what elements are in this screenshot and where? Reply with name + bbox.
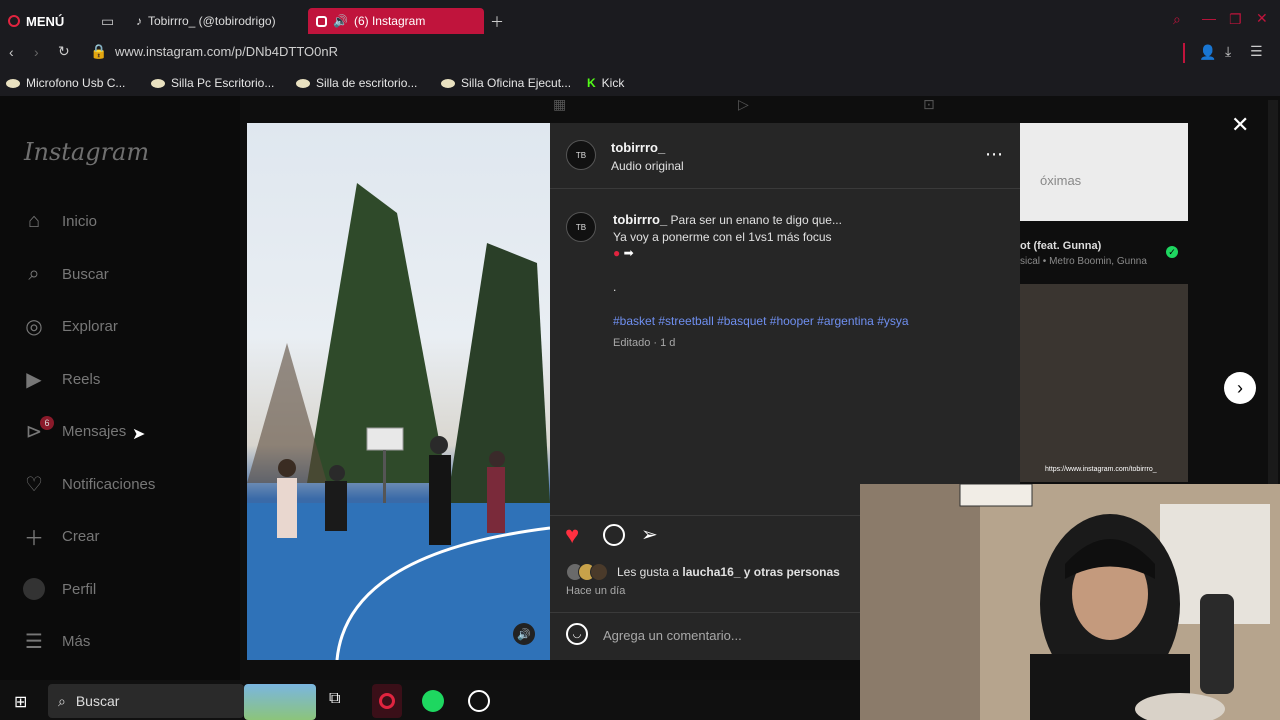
- search-tabs-icon[interactable]: ⌕: [1173, 11, 1181, 28]
- back-icon[interactable]: ‹: [9, 44, 14, 60]
- bookmark-item[interactable]: K Kick: [587, 74, 624, 92]
- search-icon: ⌕: [58, 692, 66, 709]
- sidebar-item-buscar[interactable]: ⌕ Buscar: [22, 259, 108, 289]
- plus-icon: ＋: [24, 527, 44, 550]
- sidebar-item-reels[interactable]: ▶ Reels: [22, 364, 100, 394]
- post-hashtags[interactable]: #basket #streetball #basquet #hooper #ar…: [613, 314, 909, 328]
- bookmark-item[interactable]: Silla de escritorio...: [296, 74, 417, 92]
- caption-avatar[interactable]: TB: [566, 212, 596, 242]
- download-icon[interactable]: ⤓: [1225, 43, 1231, 60]
- header-divider: [550, 188, 1020, 189]
- sidebar-item-explorar[interactable]: ◎ Explorar: [22, 311, 118, 341]
- likers-avatars: [566, 563, 610, 581]
- obs-icon[interactable]: [468, 690, 490, 712]
- grid-tab-icon[interactable]: ▦: [553, 96, 566, 113]
- edited-label: Editado · 1 d: [613, 337, 676, 349]
- avatar-icon: [22, 577, 46, 601]
- likes-summary[interactable]: Les gusta a laucha16_ y otras personas: [617, 565, 840, 579]
- spotify-icon[interactable]: [422, 690, 444, 712]
- check-icon: ✓: [1166, 246, 1178, 258]
- sidebar-item-inicio[interactable]: ⌂ Inicio: [22, 206, 97, 236]
- tagged-tab-icon[interactable]: ⊡: [923, 96, 935, 113]
- instagram-icon: [316, 15, 327, 27]
- overlay-video-frame: [1020, 284, 1188, 482]
- sidebar-item-crear[interactable]: ＋ Crear: [22, 521, 100, 551]
- speaker-icon: 🔊: [333, 14, 348, 28]
- tab-island-icon[interactable]: ▭: [101, 13, 114, 30]
- home-icon: ⌂: [27, 209, 41, 232]
- song-artist: sical • Metro Boomin, Gunna: [1020, 256, 1147, 267]
- bookmark-item[interactable]: Silla Oficina Ejecut...: [441, 74, 571, 92]
- reels-tab-icon[interactable]: ▷: [738, 96, 749, 113]
- webcam-url: https://www.instagram.com/tobirrro_: [1045, 466, 1157, 473]
- lock-icon: 🔒: [90, 43, 108, 59]
- emoji-picker-icon[interactable]: ◡: [566, 623, 588, 645]
- account-icon[interactable]: 👤: [1199, 44, 1216, 61]
- sidebar-item-notificaciones[interactable]: ♡ Notificaciones: [22, 469, 155, 499]
- close-modal-icon[interactable]: ✕: [1231, 112, 1249, 138]
- menu-icon: ☰: [25, 630, 43, 653]
- opera-gx-taskbar-icon[interactable]: [372, 684, 402, 718]
- post-caption: tobirrro_ Para ser un enano te digo que.…: [613, 212, 842, 227]
- bookmark-icon: [296, 78, 310, 88]
- song-title: ot (feat. Gunna): [1020, 240, 1102, 252]
- bookmark-item[interactable]: Silla Pc Escritorio...: [151, 74, 274, 92]
- search-icon: ⌕: [28, 262, 40, 285]
- task-view-icon[interactable]: ⧉: [329, 690, 340, 708]
- overlay-card: [1020, 123, 1188, 221]
- minimize-icon[interactable]: —: [1202, 10, 1216, 26]
- sidebar-divider: [1183, 43, 1185, 63]
- author-avatar[interactable]: TB: [566, 140, 596, 170]
- tab-tiktok[interactable]: ♪ Tobirrro_ (@tobirodrigo): [128, 8, 284, 34]
- overlay-card-text: óximas: [1040, 173, 1082, 188]
- webcam-overlay: [860, 484, 1280, 720]
- emoji-icons: ● ➡: [613, 246, 634, 260]
- search-highlight-icon[interactable]: [244, 684, 316, 720]
- instagram-logo[interactable]: Instagram: [24, 138, 149, 166]
- caption-username[interactable]: tobirrro_: [613, 212, 667, 227]
- url-field[interactable]: www.instagram.com/p/DNb4DTTO0nR: [115, 44, 338, 59]
- post-audio[interactable]: Audio original: [611, 159, 684, 173]
- bookmark-icon: [151, 78, 165, 88]
- webcam-frame: [860, 484, 1280, 720]
- bookmark-item[interactable]: Microfono Usb C...: [6, 74, 125, 92]
- taskbar-search[interactable]: ⌕ Buscar: [48, 684, 244, 718]
- heart-icon: ♡: [25, 473, 43, 496]
- new-tab-icon[interactable]: ＋: [490, 12, 504, 32]
- post-author[interactable]: tobirrro_: [611, 140, 665, 155]
- tiktok-icon: ♪: [136, 14, 142, 28]
- tab-instagram[interactable]: 🔊 (6) Instagram: [308, 8, 484, 34]
- post-time: Hace un día: [566, 585, 626, 597]
- mouse-cursor-icon: ➤: [132, 426, 146, 443]
- messages-badge: 6: [40, 416, 54, 430]
- browser-menu-button[interactable]: MENÚ: [8, 8, 64, 34]
- opera-logo-icon: [8, 15, 20, 27]
- sidebar-item-perfil[interactable]: Perfil: [22, 574, 96, 604]
- windows-start-icon[interactable]: ⊞: [14, 692, 27, 712]
- mute-toggle-icon[interactable]: 🔊: [513, 623, 535, 645]
- kick-icon: K: [587, 76, 596, 90]
- more-options-icon[interactable]: ⋯: [985, 144, 1003, 165]
- easy-setup-icon[interactable]: ☰: [1250, 43, 1263, 60]
- share-icon[interactable]: ➢: [641, 522, 658, 547]
- bookmark-icon: [441, 78, 455, 88]
- sidebar-item-mas[interactable]: ☰ Más: [22, 626, 90, 656]
- reload-icon[interactable]: ↻: [58, 43, 70, 60]
- sidebar-item-mensajes[interactable]: ⊳ Mensajes: [22, 416, 127, 446]
- next-post-icon[interactable]: ›: [1224, 372, 1256, 404]
- compass-icon: ◎: [25, 315, 43, 338]
- caption-dot: .: [613, 280, 617, 294]
- comment-icon[interactable]: [603, 524, 625, 546]
- comment-input[interactable]: Agrega un comentario...: [603, 628, 742, 643]
- caption-line: Ya voy a ponerme con el 1vs1 más focus: [613, 230, 832, 244]
- like-heart-icon[interactable]: ♥: [565, 522, 579, 550]
- video-frame: [247, 183, 550, 660]
- post-video[interactable]: 🔊: [247, 123, 550, 660]
- forward-icon[interactable]: ›: [34, 44, 39, 60]
- bookmark-icon: [6, 78, 20, 88]
- reels-icon: ▶: [26, 368, 42, 391]
- maximize-icon[interactable]: ❐: [1229, 11, 1242, 28]
- close-window-icon[interactable]: ✕: [1256, 10, 1268, 27]
